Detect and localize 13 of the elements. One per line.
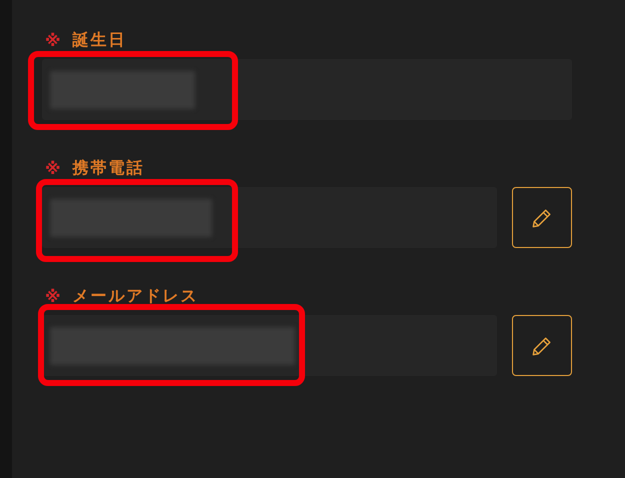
pencil-icon (531, 334, 553, 356)
input-field[interactable] (42, 187, 497, 248)
edit-button[interactable] (512, 187, 572, 248)
input-field[interactable] (42, 59, 572, 120)
required-mark: ※ (45, 287, 63, 306)
required-mark: ※ (45, 31, 63, 50)
field-label: メールアドレス (72, 286, 199, 307)
input-field[interactable] (42, 315, 497, 376)
pencil-icon (531, 206, 553, 228)
field-label: 携帯電話 (72, 158, 145, 179)
edit-button[interactable] (512, 315, 572, 376)
required-mark: ※ (45, 159, 63, 178)
field-label: 誕生日 (72, 30, 127, 51)
